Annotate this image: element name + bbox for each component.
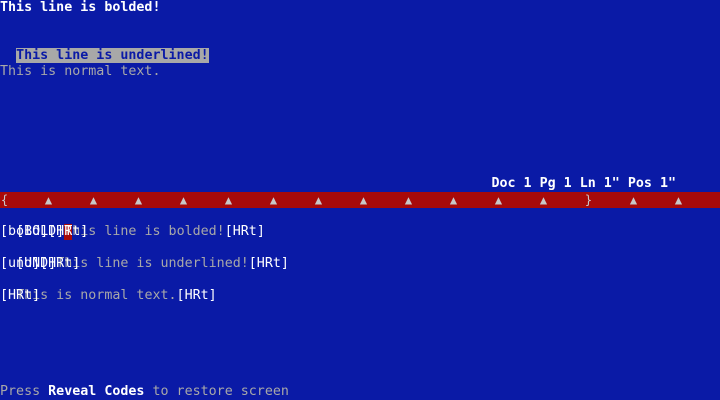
right-margin-marker: } — [584, 193, 593, 207]
tab-stop-icon: ▲ — [269, 193, 278, 207]
tab-stop-icon: ▲ — [494, 193, 503, 207]
codes-row: [UND]This line is underlined![HRt] — [0, 240, 289, 271]
tab-stop-icon: ▲ — [449, 193, 458, 207]
tab-stop-icon: ▲ — [134, 193, 143, 207]
codes-row: [BOLD]This line is bolded![HRt] — [0, 208, 265, 240]
hard-return-code[interactable]: [HRt] — [225, 224, 265, 239]
tab-stop-icon: ▲ — [674, 193, 683, 207]
prompt-prefix: Press — [0, 384, 49, 399]
status-line: Doc 1 Pg 1 Ln 1" Pos 1" — [491, 176, 676, 191]
tab-stop-icon: ▲ — [44, 193, 53, 207]
tab-stop-icon: ▲ — [89, 193, 98, 207]
left-margin-marker: { — [0, 193, 9, 207]
codes-text: This is normal text. — [16, 288, 177, 303]
prompt-line: Press Reveal Codes to restore screen — [0, 384, 289, 400]
tab-stop-icon: ▲ — [404, 193, 413, 207]
reveal-codes-key: Reveal Codes — [48, 384, 145, 399]
tab-stop-icon: ▲ — [359, 193, 368, 207]
prompt-suffix: to restore screen — [144, 384, 289, 399]
codes-row: [bold][HRt] — [0, 224, 89, 239]
doc-line-bold: This line is bolded! — [0, 0, 161, 15]
tab-stop-icon: ▲ — [539, 193, 548, 207]
tab-stop-icon: ▲ — [179, 193, 188, 207]
doc-line-underlined: This line is underlined! — [0, 32, 209, 63]
codes-text: This line is underlined! — [56, 256, 249, 271]
codes-text: his line is bolded! — [72, 224, 225, 239]
tab-stop-icon: ▲ — [629, 193, 638, 207]
codes-row: [und][HRt] — [0, 256, 81, 271]
codes-row: This is normal text.[HRt] — [0, 272, 217, 303]
codes-row: [HRt] — [0, 288, 41, 303]
tab-stop-icon: ▲ — [314, 193, 323, 207]
tab-stop-icon: ▲ — [224, 193, 233, 207]
hard-return-code[interactable]: [HRt] — [177, 288, 217, 303]
underlined-text: This line is underlined! — [16, 48, 209, 63]
doc-line-normal: This is normal text. — [0, 64, 161, 79]
tab-ruler: { ▲ ▲ ▲ ▲ ▲ ▲ ▲ ▲ ▲ ▲ ▲ ▲ } ▲ ▲ — [0, 192, 720, 208]
hard-return-code[interactable]: [HRt] — [249, 256, 289, 271]
